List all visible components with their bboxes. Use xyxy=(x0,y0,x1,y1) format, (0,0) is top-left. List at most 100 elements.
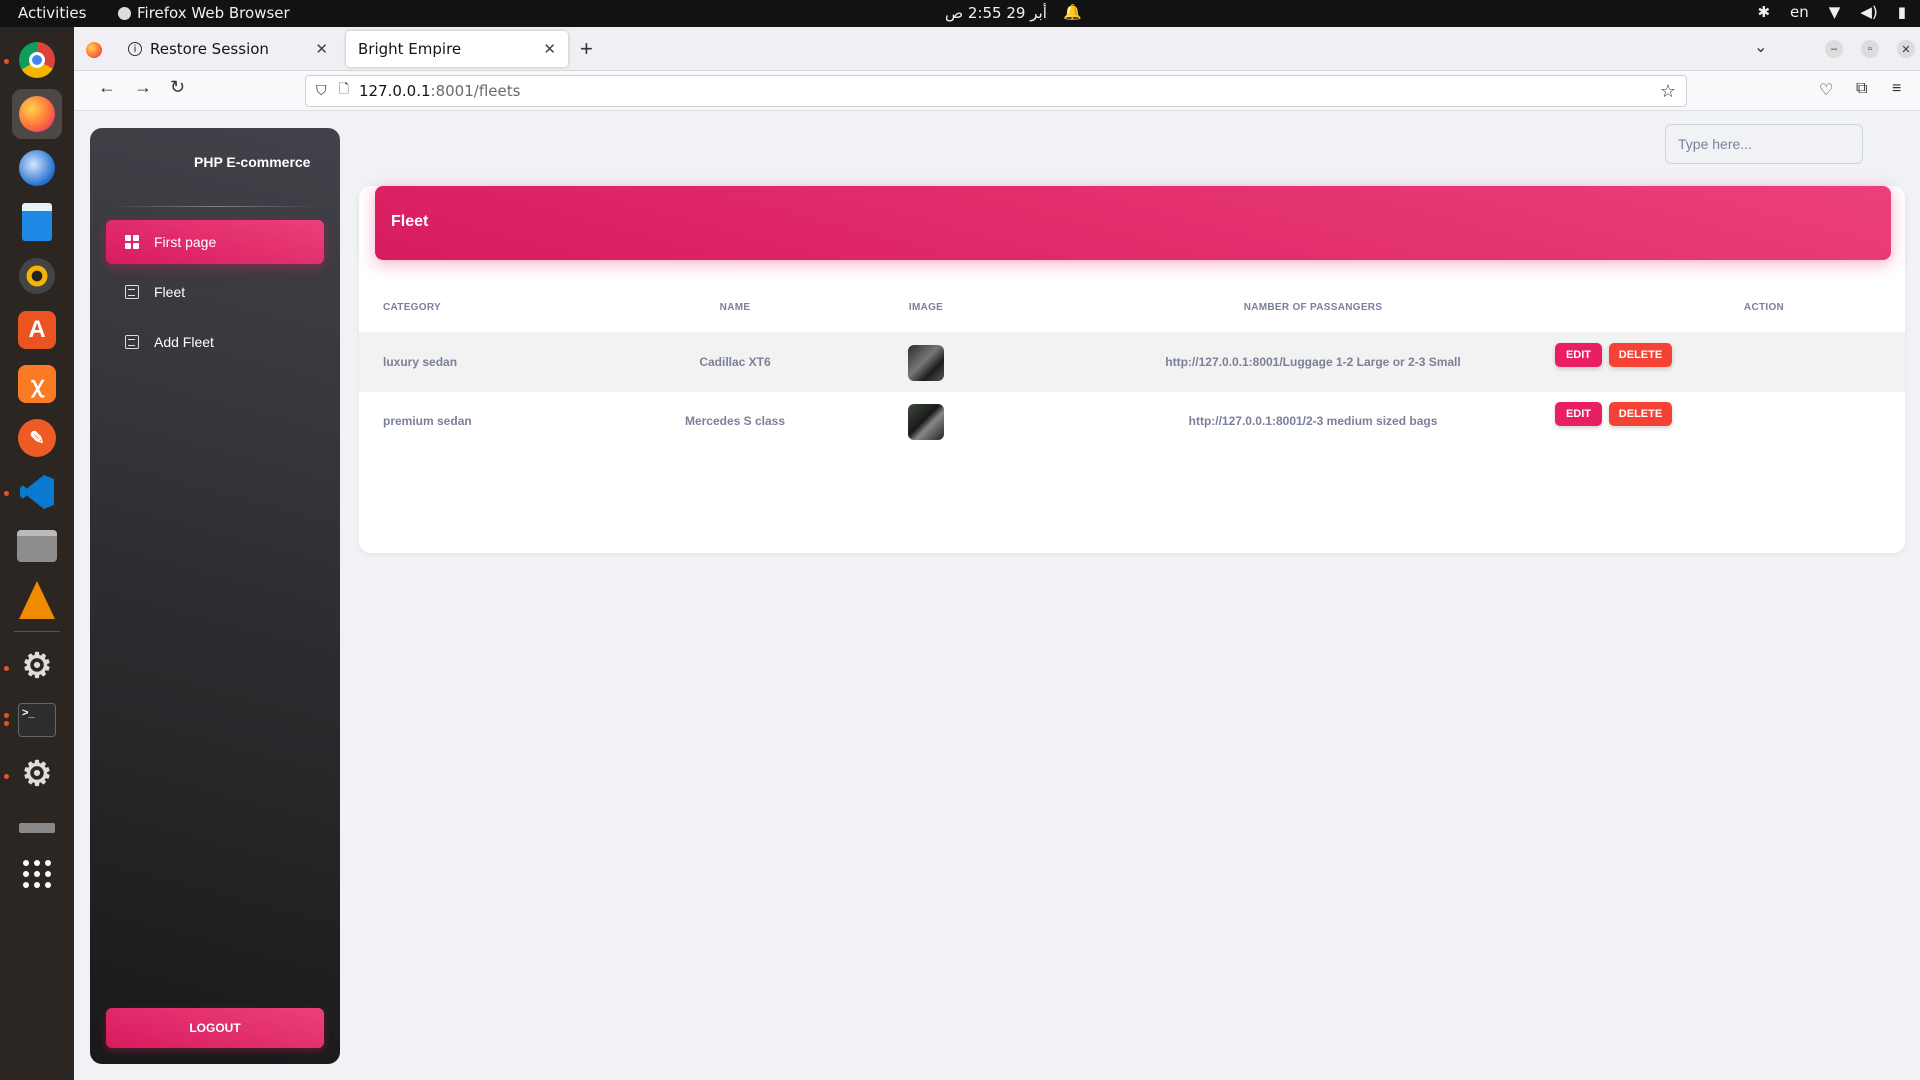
logout-button[interactable]: LOGOUT xyxy=(106,1008,324,1048)
column-header-action: ACTION xyxy=(1743,302,1785,313)
reload-icon[interactable]: ↻ xyxy=(170,77,185,98)
vlc-icon[interactable] xyxy=(12,575,62,625)
language-indicator[interactable]: en xyxy=(1790,3,1809,21)
running-indicator xyxy=(4,59,9,64)
drive-icon[interactable] xyxy=(12,803,62,853)
minimize-icon[interactable]: – xyxy=(1825,40,1843,58)
shield-icon[interactable]: ⛉ xyxy=(316,83,327,99)
show-apps-icon[interactable] xyxy=(12,849,62,899)
sidenav: PHP E-commerce First page Fleet Add Flee… xyxy=(90,128,340,1064)
running-indicator xyxy=(4,721,9,726)
edit-button[interactable]: EDIT xyxy=(1555,343,1602,367)
postman-icon[interactable]: ✎ xyxy=(12,413,62,463)
sidebar-item-fleet[interactable]: Fleet xyxy=(106,270,324,314)
url-host: 127.0.0.1 xyxy=(358,82,431,100)
sidebar-item-add-fleet[interactable]: Add Fleet xyxy=(106,320,324,364)
chrome-icon[interactable] xyxy=(12,35,62,85)
dock-separator xyxy=(14,631,60,632)
forward-arrow-icon[interactable]: → xyxy=(134,77,152,98)
fleet-card: Fleet CATEGORY NAME IMAGE NAMBER OF PASS… xyxy=(359,186,1905,553)
info-icon: i xyxy=(128,42,142,56)
bookmark-star-icon[interactable]: ☆ xyxy=(1660,81,1676,102)
passengers-cell: http://127.0.0.1:8001/Luggage 1-2 Large … xyxy=(1165,355,1461,369)
column-header-category: CATEGORY xyxy=(383,302,441,313)
rhythmbox-icon[interactable] xyxy=(12,251,62,301)
wifi-icon: ▼ xyxy=(1828,3,1841,21)
running-indicator xyxy=(4,774,9,779)
back-arrow-icon[interactable]: ← xyxy=(98,77,116,98)
car-thumbnail xyxy=(908,404,944,440)
terminal-icon[interactable]: >_ xyxy=(12,695,62,745)
thunderbird-icon[interactable] xyxy=(12,143,62,193)
list-tabs-chevron-icon[interactable]: ⌄ xyxy=(1754,37,1767,57)
url-bar[interactable]: ⛉ 🗋 127.0.0.1 :8001/fleets ☆ xyxy=(305,75,1687,107)
writer-icon[interactable] xyxy=(12,197,62,247)
vscode-icon[interactable] xyxy=(12,467,62,517)
activities-button[interactable]: Activities xyxy=(18,4,86,22)
column-header-passengers: NAMBER OF PASSANGERS xyxy=(1243,302,1383,313)
delete-button[interactable]: DELETE xyxy=(1609,343,1672,367)
table-header: CATEGORY NAME IMAGE NAMBER OF PASSANGERS… xyxy=(359,290,1905,332)
passengers-cell: http://127.0.0.1:8001/2-3 medium sized b… xyxy=(1188,414,1438,428)
app-center-icon[interactable]: A xyxy=(12,305,62,355)
category-cell: luxury sedan xyxy=(383,355,458,369)
browser-nav-bar: ← → ↻ ⛉ 🗋 127.0.0.1 :8001/fleets ☆ ♡ ⧉ ≡ xyxy=(74,71,1920,111)
brand-name: PHP E-commerce xyxy=(194,154,311,170)
brand-logo xyxy=(120,154,190,166)
close-tab-icon[interactable]: ✕ xyxy=(543,40,556,58)
table-icon xyxy=(124,334,140,350)
card-title: Fleet xyxy=(375,186,1891,260)
table-row: premium sedan Mercedes S class http://12… xyxy=(359,391,1905,450)
tab-bright-empire[interactable]: Bright Empire ✕ xyxy=(346,31,568,67)
dashboard-icon xyxy=(124,234,140,250)
sidebar-item-label: Add Fleet xyxy=(154,334,214,350)
maximize-icon[interactable]: ▫ xyxy=(1861,40,1879,58)
app-name: Firefox Web Browser xyxy=(137,4,290,22)
firefox-icon[interactable] xyxy=(12,89,62,139)
car-thumbnail xyxy=(908,345,944,381)
running-indicator xyxy=(4,713,9,718)
settings-gear-icon[interactable]: ⚙ xyxy=(12,749,62,799)
browser-tab-bar: i Restore Session ✕ Bright Empire ✕ + ⌄ … xyxy=(74,27,1920,71)
files-icon[interactable] xyxy=(12,521,62,571)
delete-button[interactable]: DELETE xyxy=(1609,402,1672,426)
name-cell: Cadillac XT6 xyxy=(699,355,771,369)
running-indicator xyxy=(4,491,9,496)
firefox-view-icon[interactable] xyxy=(86,42,102,58)
system-top-bar: Activities Firefox Web Browser أبر 29 2:… xyxy=(0,0,1920,27)
indicator-icon: ✱ xyxy=(1757,3,1771,21)
brand[interactable]: PHP E-commerce xyxy=(90,128,340,208)
firefox-small-icon xyxy=(118,6,131,20)
table-icon xyxy=(124,284,140,300)
tab-label: Bright Empire xyxy=(358,40,462,58)
app-menu[interactable]: Firefox Web Browser xyxy=(118,4,290,22)
column-header-image: IMAGE xyxy=(908,302,944,313)
settings-gear-icon[interactable]: ⚙ xyxy=(12,641,62,691)
hamburger-menu-icon[interactable]: ≡ xyxy=(1892,80,1901,98)
column-header-name: NAME xyxy=(719,302,751,313)
sidebar-item-first-page[interactable]: First page xyxy=(106,220,324,264)
close-window-icon[interactable]: ✕ xyxy=(1897,40,1915,58)
name-cell: Mercedes S class xyxy=(684,414,786,428)
xampp-icon[interactable]: ꭓ xyxy=(12,359,62,409)
page-icon: 🗋 xyxy=(338,82,349,97)
dock: A ꭓ ✎ ⚙ >_ ⚙ xyxy=(0,27,74,1080)
close-tab-icon[interactable]: ✕ xyxy=(315,40,328,58)
notification-bell-icon[interactable]: 🔔 xyxy=(1063,3,1082,21)
sidebar-item-label: Fleet xyxy=(154,284,186,300)
new-tab-icon[interactable]: + xyxy=(580,36,593,62)
sidebar-item-label: First page xyxy=(154,234,217,250)
edit-button[interactable]: EDIT xyxy=(1555,402,1602,426)
volume-icon: ◀) xyxy=(1860,3,1878,21)
tab-label: Restore Session xyxy=(150,40,269,58)
clock[interactable]: أبر 29 2:55 ص xyxy=(945,4,1047,22)
tab-restore-session[interactable]: i Restore Session ✕ xyxy=(116,31,340,67)
battery-icon: ▮ xyxy=(1897,3,1906,21)
pocket-icon[interactable]: ♡ xyxy=(1819,80,1833,100)
search-input[interactable] xyxy=(1665,124,1863,164)
system-tray[interactable]: ✱ en ▼ ◀) ▮ xyxy=(1757,3,1906,21)
divider xyxy=(110,206,320,207)
page-content: PHP E-commerce First page Fleet Add Flee… xyxy=(74,111,1920,1080)
category-cell: premium sedan xyxy=(383,414,472,428)
extensions-icon[interactable]: ⧉ xyxy=(1856,80,1867,98)
